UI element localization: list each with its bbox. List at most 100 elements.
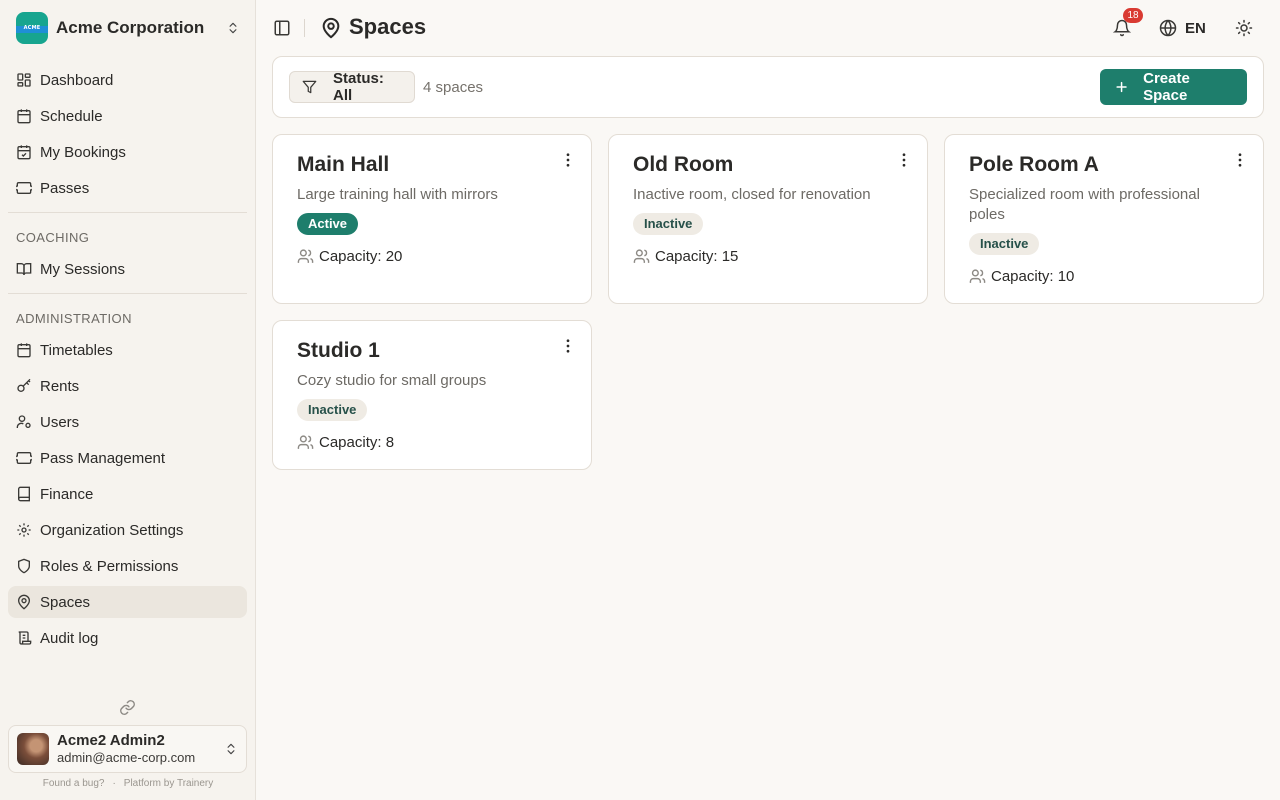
status-badge: Inactive (297, 399, 368, 421)
space-capacity: Capacity: 15 (633, 248, 738, 265)
more-vertical-icon[interactable] (895, 151, 913, 169)
sidebar-item-rents[interactable]: Rents (8, 370, 247, 402)
more-vertical-icon[interactable] (559, 151, 577, 169)
user-name: Acme2 Admin2 (57, 732, 165, 750)
sidebar-item-label: Rents (40, 377, 80, 395)
chevrons-up-down-icon (227, 743, 235, 755)
calendar-grid-icon (17, 343, 31, 358)
sidebar-item-pass-management[interactable]: Pass Management (8, 442, 247, 474)
sidebar-item-label: My Bookings (40, 143, 126, 161)
globe-icon (1159, 19, 1177, 37)
sidebar-item-users[interactable]: Users (8, 406, 247, 438)
capacity-label: Capacity: 20 (319, 248, 403, 265)
space-card[interactable]: Studio 1 Cozy studio for small groups In… (272, 320, 592, 470)
ticket-icon (16, 182, 32, 194)
capacity-label: Capacity: 8 (319, 434, 395, 451)
users-icon (297, 249, 314, 263)
sidebar-item-my-sessions[interactable]: My Sessions (8, 253, 247, 285)
create-space-label: Create Space (1143, 70, 1190, 104)
sidebar-item-label: Pass Management (40, 449, 166, 467)
sidebar-item-audit-log[interactable]: Audit log (8, 622, 247, 654)
space-name: Studio 1 (297, 339, 380, 362)
sidebar-item-dashboard[interactable]: Dashboard (8, 64, 247, 96)
link-icon[interactable] (119, 699, 136, 716)
sidebar-item-label: Organization Settings (40, 521, 184, 539)
sidebar-item-finance[interactable]: Finance (8, 478, 247, 510)
user-email: admin@acme-corp.com (57, 750, 196, 766)
sidebar-item-label: My Sessions (40, 260, 126, 278)
sidebar-item-label: Finance (40, 485, 94, 503)
plus-icon (1116, 81, 1127, 93)
sidebar-divider (8, 293, 247, 294)
language-switcher[interactable]: EN (1159, 18, 1206, 38)
sidebar-item-my-bookings[interactable]: My Bookings (8, 136, 247, 168)
map-pin-icon (322, 17, 340, 39)
org-switcher[interactable]: ACME Acme Corporation (8, 8, 248, 48)
space-name: Main Hall (297, 153, 390, 176)
sidebar-item-label: Audit log (40, 629, 99, 647)
status-badge: Active (297, 213, 359, 235)
more-vertical-icon[interactable] (559, 337, 577, 355)
sidebar-item-spaces[interactable]: Spaces (8, 586, 247, 618)
ticket-icon (16, 452, 32, 464)
org-logo-text: ACME (23, 25, 41, 31)
users-icon (633, 249, 650, 263)
space-capacity: Capacity: 20 (297, 248, 402, 265)
space-card[interactable]: Old Room Inactive room, closed for renov… (608, 134, 928, 304)
sidebar-item-label: Schedule (40, 107, 103, 125)
dashboard-icon (17, 73, 31, 87)
footer-separator: · (112, 778, 116, 789)
sidebar-item-passes[interactable]: Passes (8, 172, 247, 204)
org-logo: ACME (16, 12, 48, 44)
space-name: Pole Room A (969, 153, 1099, 176)
capacity-label: Capacity: 15 (655, 248, 739, 265)
more-vertical-icon[interactable] (1231, 151, 1249, 169)
sidebar-group-administration: ADMINISTRATION (16, 311, 132, 326)
space-card[interactable]: Pole Room A Specialized room with profes… (944, 134, 1264, 304)
space-description: Specialized room with professional poles (969, 186, 1200, 223)
sidebar-item-label: Dashboard (40, 71, 114, 89)
gear-icon (17, 523, 31, 537)
report-bug-link[interactable]: Found a bug? (43, 778, 105, 789)
platform-link[interactable]: Platform by Trainery (124, 778, 213, 789)
user-cog-icon (16, 415, 31, 428)
capacity-label: Capacity: 10 (991, 268, 1075, 285)
chevrons-up-down-icon (229, 22, 237, 34)
space-description: Inactive room, closed for renovation (633, 186, 871, 203)
spaces-count: 4 spaces (423, 79, 484, 96)
sun-icon[interactable] (1235, 19, 1253, 37)
scroll-icon (18, 631, 32, 645)
space-capacity: Capacity: 8 (297, 434, 394, 451)
space-card[interactable]: Main Hall Large training hall with mirro… (272, 134, 592, 304)
language-label: EN (1185, 19, 1206, 37)
sidebar-item-label: Timetables (40, 341, 113, 359)
book-open-icon (16, 263, 32, 276)
user-info: Acme2 Admin2 admin@acme-corp.com (57, 732, 224, 766)
status-badge: Inactive (633, 213, 704, 235)
sidebar: ACME Acme Corporation Dashboard Schedule… (0, 0, 256, 800)
status-filter-button[interactable]: Status: All (289, 70, 415, 104)
create-space-button[interactable]: Create Space (1100, 69, 1247, 105)
user-menu[interactable]: Acme2 Admin2 admin@acme-corp.com (8, 725, 247, 773)
space-description: Large training hall with mirrors (297, 186, 498, 203)
sidebar-item-label: Passes (40, 179, 90, 197)
space-description: Cozy studio for small groups (297, 372, 487, 389)
page-title: Spaces (349, 14, 427, 39)
sidebar-item-schedule[interactable]: Schedule (8, 100, 247, 132)
space-capacity: Capacity: 10 (969, 268, 1074, 285)
avatar (17, 733, 49, 765)
sidebar-toggle-icon[interactable] (273, 19, 291, 37)
sidebar-group-coaching: COACHING (16, 230, 90, 245)
sidebar-item-timetables[interactable]: Timetables (8, 334, 247, 366)
spaces-toolbar: Status: All 4 spaces Create Space (272, 56, 1264, 118)
status-filter-label: Status: All (333, 70, 384, 104)
sidebar-item-label: Users (40, 413, 80, 431)
sidebar-item-organization-settings[interactable]: Organization Settings (8, 514, 247, 546)
sidebar-item-label: Spaces (40, 593, 91, 611)
users-icon (969, 269, 986, 283)
sidebar-item-roles-permissions[interactable]: Roles & Permissions (8, 550, 247, 582)
header-divider (304, 19, 305, 37)
top-bar: Spaces 18 EN (256, 0, 1280, 56)
shield-icon (18, 558, 30, 574)
sidebar-item-label: Roles & Permissions (40, 557, 179, 575)
